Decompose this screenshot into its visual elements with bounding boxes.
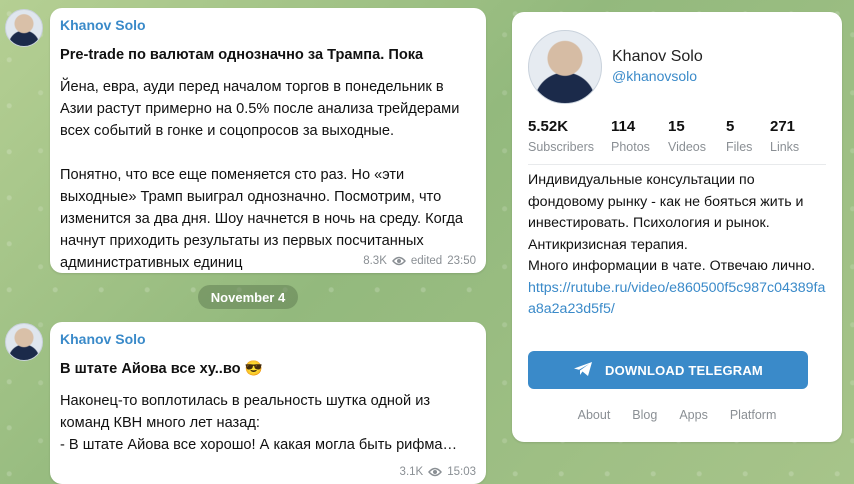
message-time[interactable]: 23:50 xyxy=(447,255,476,267)
message-meta: 3.1K 15:03 xyxy=(400,466,476,478)
channel-name: Khanov Solo xyxy=(612,48,703,65)
author-name[interactable]: Khanov Solo xyxy=(60,16,472,34)
date-separator: November 4 xyxy=(198,285,298,309)
message-title: Pre-trade по валютам однозначно за Трамп… xyxy=(60,47,424,63)
channel-stats: 5.52K Subscribers 114 Photos 15 Videos 5 Fil… xyxy=(528,118,828,158)
eye-icon xyxy=(391,256,406,266)
description-text: Индивидуальные консультации по фондовому… xyxy=(528,172,816,274)
footer-link-apps[interactable]: Apps xyxy=(679,408,708,422)
message-meta: 8.3K edited 23:50 xyxy=(363,255,476,267)
message-body: Наконец-то воплотилась в реальность шутк… xyxy=(60,393,458,453)
author-avatar[interactable] xyxy=(5,323,43,361)
description-link[interactable]: https://rutube.ru/video/e860500f5c987c04… xyxy=(528,280,825,318)
message-time[interactable]: 15:03 xyxy=(447,466,476,478)
channel-avatar[interactable] xyxy=(528,30,602,104)
stat-links[interactable]: 271 Links xyxy=(770,118,799,156)
message-bubble: Khanov Solo Pre-trade по валютам однозна… xyxy=(50,8,486,273)
download-label: DOWNLOAD TELEGRAM xyxy=(605,362,763,378)
author-name[interactable]: Khanov Solo xyxy=(60,330,472,348)
footer-links: About Blog Apps Platform xyxy=(512,408,842,422)
footer-link-about[interactable]: About xyxy=(578,408,611,422)
divider xyxy=(528,164,826,165)
send-icon xyxy=(573,361,593,380)
eye-icon xyxy=(428,467,443,477)
stat-files[interactable]: 5 Files xyxy=(726,118,752,156)
stat-subscribers[interactable]: 5.52K Subscribers xyxy=(528,118,594,156)
download-telegram-button[interactable]: DOWNLOAD TELEGRAM xyxy=(528,351,808,389)
message-bubble: Khanov Solo В штате Айова все ху..во 😎 Н… xyxy=(50,322,486,484)
view-count: 3.1K xyxy=(399,466,424,478)
message-body: Йена, евра, ауди перед началом торгов в … xyxy=(60,79,464,271)
channel-description: Индивидуальные консультации по фондовому… xyxy=(528,170,828,321)
view-count: 8.3K xyxy=(363,255,387,267)
stat-videos[interactable]: 15 Videos xyxy=(668,118,706,156)
edited-label: edited xyxy=(410,255,443,267)
stat-photos[interactable]: 114 Photos xyxy=(611,118,650,156)
author-avatar[interactable] xyxy=(5,9,43,47)
footer-link-blog[interactable]: Blog xyxy=(632,408,657,422)
footer-link-platform[interactable]: Platform xyxy=(730,408,777,422)
channel-handle[interactable]: @khanovsolo xyxy=(612,68,697,84)
channel-info-card: Khanov Solo @khanovsolo 5.52K Subscribers… xyxy=(512,12,842,442)
message-title: В штате Айова все ху..во 😎 xyxy=(60,361,263,377)
